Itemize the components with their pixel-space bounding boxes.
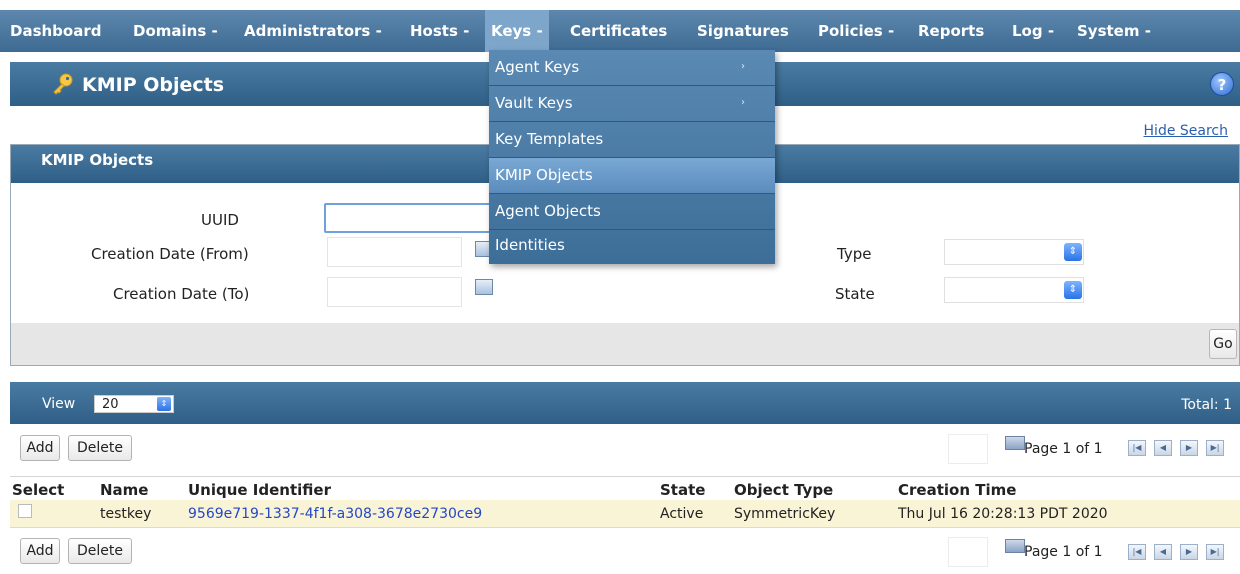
nav-reports[interactable]: Reports bbox=[918, 10, 984, 52]
page-size-select[interactable]: 20 ⇕ bbox=[94, 395, 174, 413]
view-label: View bbox=[42, 396, 76, 412]
col-creation-time[interactable]: Creation Time bbox=[898, 481, 1016, 499]
uuid-label: UUID bbox=[201, 211, 239, 229]
page-number-input[interactable] bbox=[948, 434, 988, 464]
total-count: Total: 1 bbox=[1181, 397, 1232, 413]
help-icon[interactable]: ? bbox=[1210, 72, 1234, 96]
prev-page-icon-bottom[interactable]: ◀ bbox=[1154, 544, 1172, 560]
col-unique-identifier[interactable]: Unique Identifier bbox=[188, 481, 331, 499]
next-page-icon[interactable]: ▶ bbox=[1180, 440, 1198, 456]
first-page-icon[interactable]: |◀ bbox=[1128, 440, 1146, 456]
col-name[interactable]: Name bbox=[100, 481, 148, 499]
key-icon bbox=[53, 73, 73, 95]
state-label: State bbox=[835, 285, 875, 303]
creation-date-from-label: Creation Date (From) bbox=[91, 245, 249, 263]
select-arrows-icon: ⇕ bbox=[1064, 281, 1082, 299]
type-label: Type bbox=[837, 245, 872, 263]
last-page-icon[interactable]: ▶| bbox=[1206, 440, 1224, 456]
menu-item-agent-objects[interactable]: Agent Objects bbox=[489, 194, 775, 230]
go-button[interactable]: Go bbox=[1209, 329, 1237, 359]
type-select[interactable]: ⇕ bbox=[944, 239, 1084, 265]
select-arrows-icon: ⇕ bbox=[1064, 243, 1082, 261]
row-uid-link[interactable]: 9569e719-1337-4f1f-a308-3678e2730ce9 bbox=[188, 506, 482, 522]
menu-item-label: Identities bbox=[495, 236, 565, 254]
submenu-arrow-icon: › bbox=[741, 97, 745, 108]
delete-button[interactable]: Delete bbox=[68, 435, 132, 461]
col-object-type[interactable]: Object Type bbox=[734, 481, 833, 499]
search-footer: Go bbox=[11, 323, 1239, 365]
nav-system[interactable]: System - bbox=[1077, 10, 1151, 52]
menu-item-vault-keys[interactable]: Vault Keys › bbox=[489, 86, 775, 122]
menu-item-agent-keys[interactable]: Agent Keys › bbox=[489, 50, 775, 86]
page-title: KMIP Objects bbox=[82, 74, 225, 96]
prev-page-icon[interactable]: ◀ bbox=[1154, 440, 1172, 456]
next-page-icon-bottom[interactable]: ▶ bbox=[1180, 544, 1198, 560]
delete-button-bottom[interactable]: Delete bbox=[68, 538, 132, 564]
col-state[interactable]: State bbox=[660, 481, 705, 499]
page-size-value: 20 bbox=[102, 397, 119, 412]
nav-log[interactable]: Log - bbox=[1012, 10, 1054, 52]
search-panel-title: KMIP Objects bbox=[41, 151, 154, 169]
nav-signatures[interactable]: Signatures bbox=[697, 10, 789, 52]
first-page-icon-bottom[interactable]: |◀ bbox=[1128, 544, 1146, 560]
menu-item-label: KMIP Objects bbox=[495, 166, 593, 184]
hide-search-link[interactable]: Hide Search bbox=[1144, 123, 1228, 139]
menu-item-label: Agent Keys bbox=[495, 58, 580, 76]
row-select-checkbox[interactable] bbox=[18, 504, 32, 518]
results-header: View 20 ⇕ Total: 1 bbox=[10, 382, 1240, 424]
col-select: Select bbox=[12, 481, 65, 499]
nav-certificates[interactable]: Certificates bbox=[570, 10, 667, 52]
menu-item-label: Key Templates bbox=[495, 130, 604, 148]
row-state: Active bbox=[660, 506, 704, 522]
nav-administrators[interactable]: Administrators - bbox=[244, 10, 382, 52]
page-number-input-bottom[interactable] bbox=[948, 537, 988, 567]
nav-policies[interactable]: Policies - bbox=[818, 10, 894, 52]
menu-item-identities[interactable]: Identities bbox=[489, 228, 775, 264]
menu-item-label: Vault Keys bbox=[495, 94, 573, 112]
add-button-bottom[interactable]: Add bbox=[20, 538, 60, 564]
page-info: Page 1 of 1 bbox=[1024, 441, 1103, 457]
add-button[interactable]: Add bbox=[20, 435, 60, 461]
select-arrows-icon: ⇕ bbox=[157, 397, 171, 411]
nav-dashboard[interactable]: Dashboard bbox=[10, 10, 101, 52]
nav-domains[interactable]: Domains - bbox=[133, 10, 218, 52]
creation-date-to-input[interactable] bbox=[327, 277, 462, 307]
table-row: testkey 9569e719-1337-4f1f-a308-3678e273… bbox=[10, 500, 1240, 528]
menu-item-label: Agent Objects bbox=[495, 202, 601, 220]
row-creation-time: Thu Jul 16 20:28:13 PDT 2020 bbox=[898, 506, 1108, 522]
calendar-to-icon[interactable] bbox=[475, 279, 493, 295]
submenu-arrow-icon: › bbox=[741, 61, 745, 72]
creation-date-from-input[interactable] bbox=[327, 237, 462, 267]
uuid-input[interactable] bbox=[324, 203, 504, 233]
state-select[interactable]: ⇕ bbox=[944, 277, 1084, 303]
row-object-type: SymmetricKey bbox=[734, 506, 836, 522]
top-nav: Dashboard Domains - Administrators - Hos… bbox=[0, 10, 1240, 52]
page-go-icon-bottom[interactable] bbox=[1005, 539, 1025, 553]
keys-dropdown-menu: Agent Keys › Vault Keys › Key Templates … bbox=[489, 50, 775, 264]
page-go-icon[interactable] bbox=[1005, 436, 1025, 450]
nav-hosts[interactable]: Hosts - bbox=[410, 10, 469, 52]
nav-keys[interactable]: Keys - bbox=[485, 10, 549, 52]
menu-item-kmip-objects[interactable]: KMIP Objects bbox=[489, 158, 775, 194]
row-name: testkey bbox=[100, 506, 152, 522]
page-info-bottom: Page 1 of 1 bbox=[1024, 544, 1103, 560]
table-header: Select Name Unique Identifier State Obje… bbox=[10, 476, 1240, 500]
creation-date-to-label: Creation Date (To) bbox=[113, 285, 250, 303]
last-page-icon-bottom[interactable]: ▶| bbox=[1206, 544, 1224, 560]
menu-item-key-templates[interactable]: Key Templates bbox=[489, 122, 775, 158]
